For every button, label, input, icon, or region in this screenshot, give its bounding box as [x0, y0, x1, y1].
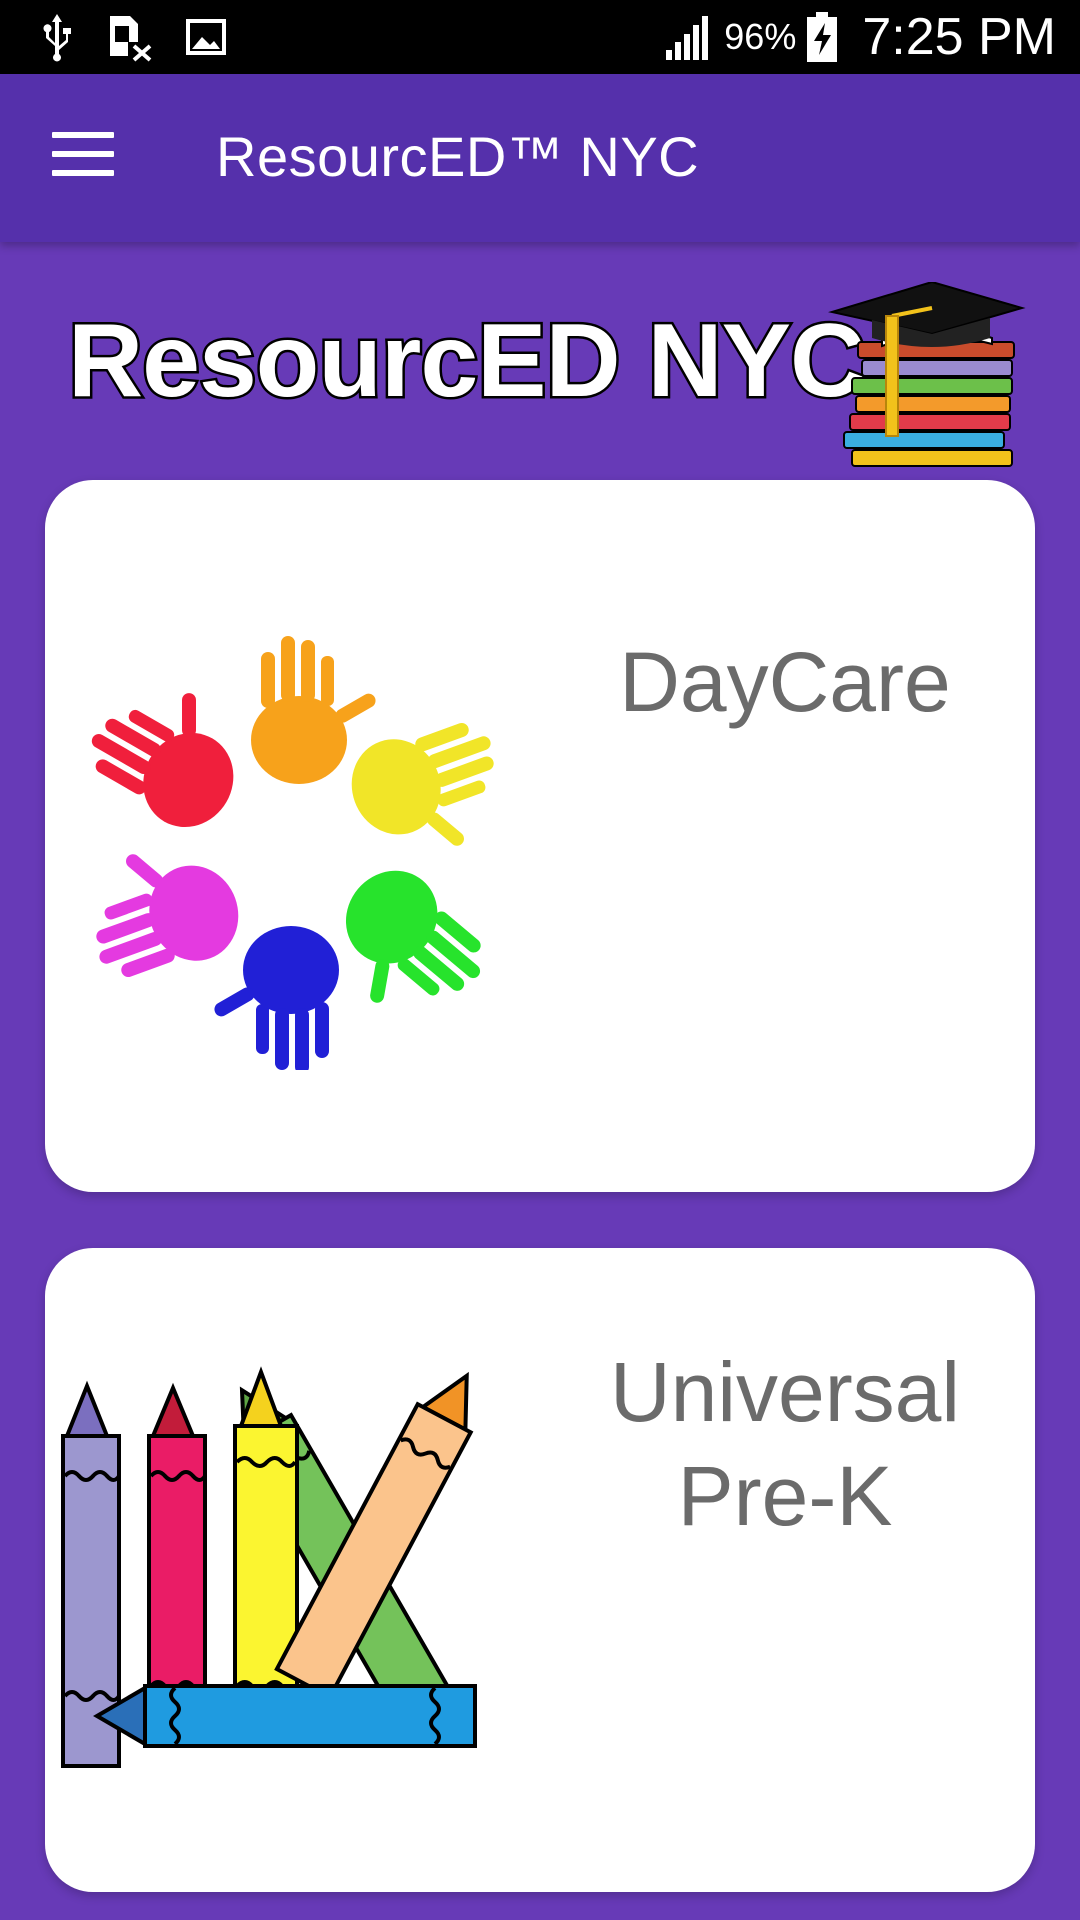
signal-icon: [666, 16, 709, 60]
hamburger-menu-icon[interactable]: [52, 132, 114, 184]
sim-card-error-icon: [110, 16, 152, 62]
handprints-icon: [69, 636, 521, 1070]
status-bar: 96% 7:25 PM: [0, 0, 1080, 74]
usb-icon: [43, 14, 71, 62]
universal-prek-label: Universal Pre-K: [609, 1345, 961, 1543]
clock: 7:25 PM: [862, 8, 1056, 66]
crayons-icon: [61, 1366, 477, 1768]
universal-prek-card[interactable]: Universal Pre-K: [45, 1248, 1035, 1892]
notification-icons: [40, 10, 226, 64]
graduation-books-icon: [828, 282, 1026, 467]
daycare-label: DayCare: [619, 635, 951, 729]
image-icon: [186, 19, 226, 55]
battery-percent: 96%: [724, 16, 797, 57]
banner-logo: ResourcED NYC: [60, 282, 1030, 472]
daycare-card[interactable]: DayCare: [45, 480, 1035, 1192]
battery-charging-icon: [807, 12, 838, 62]
app-title: ResourcED™ NYC: [216, 125, 700, 188]
system-indicators: 96% 7:25 PM: [664, 0, 1056, 74]
logo-text: ResourcED NYC: [65, 301, 867, 422]
app-bar: ResourcED™ NYC: [0, 74, 1080, 242]
